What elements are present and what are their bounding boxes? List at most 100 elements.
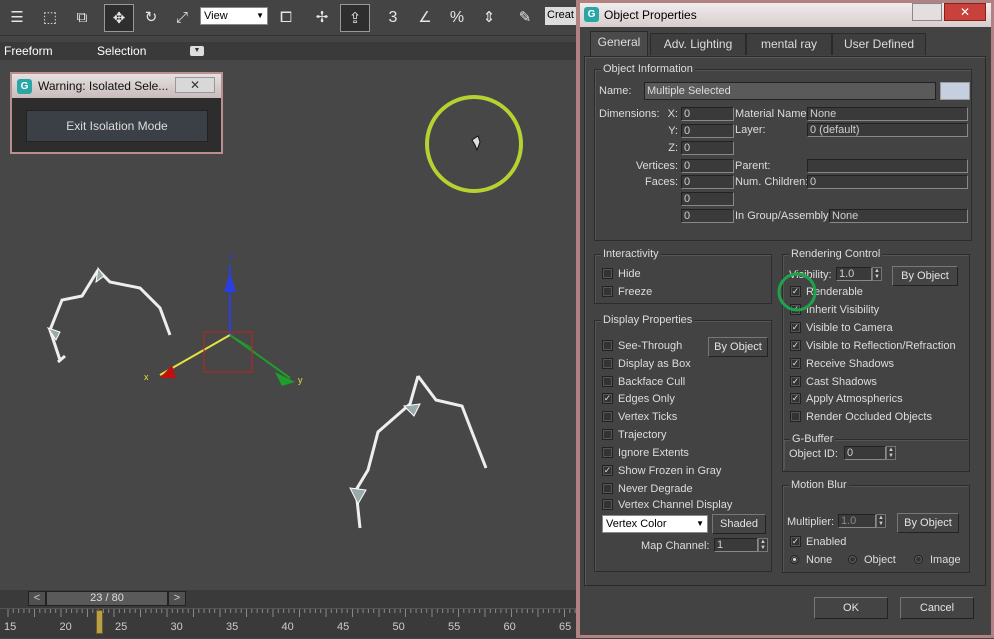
helper-object-icon[interactable] xyxy=(471,135,481,152)
main-toolbar: ☰ ⬚ ⧉ ✥ ↻ ⤢ View ⧠ ✢ ⇪ 3 ∠ % ⇕ ✎ Creat xyxy=(0,0,585,36)
display-checkbox-0[interactable] xyxy=(602,340,613,351)
move-gizmo[interactable] xyxy=(159,265,295,386)
timeline-tick-label: 55 xyxy=(448,621,461,633)
render-checkbox-5[interactable]: ✓ xyxy=(790,376,801,387)
hide-label: Hide xyxy=(618,268,641,280)
skeleton-right[interactable] xyxy=(349,375,488,529)
display-option-label: Trajectory xyxy=(618,429,667,441)
tab-user-defined[interactable]: User Defined xyxy=(832,33,926,55)
display-checkbox-5[interactable] xyxy=(602,429,613,440)
render-checkbox-2[interactable]: ✓ xyxy=(790,322,801,333)
object-id-spinner[interactable]: ▲ ▼ xyxy=(886,446,896,460)
layer-field: 0 (default) xyxy=(807,123,968,137)
ribbon-tab-freeform[interactable]: Freeform xyxy=(4,44,53,58)
display-option-label: Display as Box xyxy=(618,358,691,370)
percent-snap-icon[interactable]: % xyxy=(442,4,472,32)
angle-snap-icon[interactable]: ∠ xyxy=(410,4,440,32)
multiplier-spinner[interactable]: ▲ ▼ xyxy=(876,514,886,528)
select-rotate-icon[interactable]: ↻ xyxy=(138,4,164,32)
visibility-spinner[interactable]: ▲ ▼ xyxy=(872,267,882,281)
dim-x-label: X: xyxy=(667,108,678,120)
ribbon-toggle-icon[interactable]: ▼ xyxy=(190,46,204,56)
select-by-name-icon[interactable]: ☰ xyxy=(2,4,32,32)
render-checkbox-4[interactable]: ✓ xyxy=(790,358,801,369)
prev-frame-button[interactable]: < xyxy=(28,591,46,606)
exit-isolation-button[interactable]: Exit Isolation Mode xyxy=(26,110,208,142)
freeze-checkbox[interactable] xyxy=(602,286,613,297)
motion-blur-label: Motion Blur xyxy=(789,479,849,491)
track-bar[interactable]: 15 20 25 30 35 40 45 50 55 60 65 xyxy=(0,608,580,638)
dialog-close-button[interactable]: ✕ xyxy=(944,3,986,21)
display-checkbox-2[interactable] xyxy=(602,376,613,387)
hide-checkbox[interactable] xyxy=(602,268,613,279)
display-checkbox-9[interactable] xyxy=(602,499,613,510)
ribbon-tab-selection[interactable]: Selection xyxy=(97,44,146,58)
render-checkbox-7[interactable] xyxy=(790,411,801,422)
dialog-help-button[interactable] xyxy=(912,3,942,21)
map-channel-label: Map Channel: xyxy=(641,540,710,552)
cancel-button[interactable]: Cancel xyxy=(900,597,974,619)
blur-image-label: Image xyxy=(930,554,961,566)
display-option-label: See-Through xyxy=(618,340,683,352)
next-frame-button[interactable]: > xyxy=(168,591,186,606)
in-group-field: None xyxy=(829,209,968,223)
keyboard-shortcut-override-icon[interactable]: ⇪ xyxy=(340,4,370,32)
enabled-checkbox[interactable]: ✓ xyxy=(790,536,801,547)
blur-object-label: Object xyxy=(864,554,896,566)
tab-adv-lighting[interactable]: Adv. Lighting xyxy=(650,33,746,55)
object-id-field[interactable]: 0 xyxy=(844,446,886,460)
display-checkbox-6[interactable] xyxy=(602,447,613,458)
display-option-label: Vertex Ticks xyxy=(618,411,678,423)
multiplier-field[interactable]: 1.0 xyxy=(838,514,876,528)
render-checkbox-3[interactable]: ✓ xyxy=(790,340,801,351)
time-cursor[interactable] xyxy=(96,610,103,634)
display-checkbox-1[interactable] xyxy=(602,358,613,369)
map-channel-spinner[interactable]: ▲ ▼ xyxy=(758,538,768,552)
map-channel-field[interactable]: 1 xyxy=(714,538,758,552)
rectangle-selection-icon[interactable]: ⬚ xyxy=(36,4,64,32)
blur-object-radio[interactable] xyxy=(848,555,857,564)
select-manipulate-icon[interactable]: ✢ xyxy=(308,4,336,32)
display-checkbox-3[interactable]: ✓ xyxy=(602,393,613,404)
display-option-label: Edges Only xyxy=(618,393,675,405)
object-color-swatch[interactable] xyxy=(940,82,970,100)
reference-coordinate-select[interactable]: View xyxy=(200,7,268,25)
timeline-tick-label: 15 xyxy=(4,621,17,633)
rendering-by-object-button[interactable]: By Object xyxy=(892,266,958,286)
display-option-label: Backface Cull xyxy=(618,376,686,388)
num-children-field: 0 xyxy=(807,175,968,189)
rendering-control-label: Rendering Control xyxy=(789,248,883,260)
display-checkbox-8[interactable] xyxy=(602,483,613,494)
warning-close-button[interactable]: ✕ xyxy=(175,77,215,93)
blur-image-radio[interactable] xyxy=(914,555,923,564)
axis-label-x: x xyxy=(144,372,149,382)
material-name-field: None xyxy=(807,107,968,121)
motion-blur-by-object-button[interactable]: By Object xyxy=(897,513,959,533)
object-information-label: Object Information xyxy=(601,63,695,75)
display-checkbox-7[interactable]: ✓ xyxy=(602,465,613,476)
window-crossing-icon[interactable]: ⧉ xyxy=(68,4,96,32)
edit-named-selection-icon[interactable]: ✎ xyxy=(510,4,540,32)
ok-button[interactable]: OK xyxy=(814,597,888,619)
display-option-label: Ignore Extents xyxy=(618,447,689,459)
frame-display[interactable]: 23 / 80 xyxy=(46,591,168,606)
spinner-snap-icon[interactable]: ⇕ xyxy=(474,4,504,32)
vertex-color-select[interactable]: Vertex Color ▼ xyxy=(602,515,708,533)
tab-general[interactable]: General xyxy=(590,31,648,56)
use-pivot-center-icon[interactable]: ⧠ xyxy=(272,4,300,32)
freeze-label: Freeze xyxy=(618,286,653,298)
blur-none-radio[interactable] xyxy=(790,555,799,564)
render-checkbox-6[interactable]: ✓ xyxy=(790,393,801,404)
visibility-field[interactable]: 1.0 xyxy=(836,267,872,281)
ribbon-bar: Freeform Selection ▼ xyxy=(0,42,580,60)
shaded-button[interactable]: Shaded xyxy=(712,514,766,534)
select-move-icon[interactable]: ✥ xyxy=(104,4,134,32)
skeleton-left[interactable] xyxy=(46,266,172,364)
select-scale-icon[interactable]: ⤢ xyxy=(168,4,196,32)
time-slider[interactable]: < 23 / 80 > xyxy=(0,590,580,608)
display-by-object-button[interactable]: By Object xyxy=(708,337,768,357)
snaps-toggle-icon[interactable]: 3 xyxy=(378,4,408,32)
object-name-field[interactable]: Multiple Selected xyxy=(644,82,936,100)
tab-mental-ray[interactable]: mental ray xyxy=(746,33,832,55)
display-checkbox-4[interactable] xyxy=(602,411,613,422)
